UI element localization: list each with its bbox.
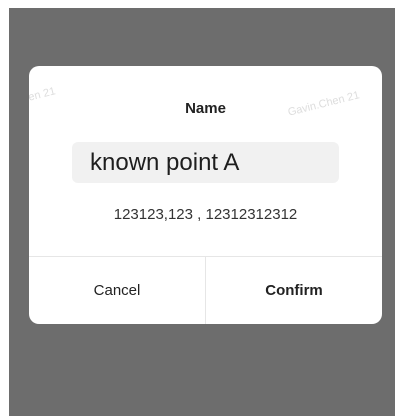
dialog-title: Name <box>185 100 226 117</box>
name-dialog: Gavin.Chen 21 Gavin.Chen 21 Name 123123,… <box>29 66 382 324</box>
coordinates-text: 123123,123 , 12312312312 <box>113 206 298 223</box>
name-input[interactable] <box>72 142 339 183</box>
confirm-button[interactable]: Confirm <box>206 257 382 324</box>
cancel-button[interactable]: Cancel <box>29 257 205 324</box>
